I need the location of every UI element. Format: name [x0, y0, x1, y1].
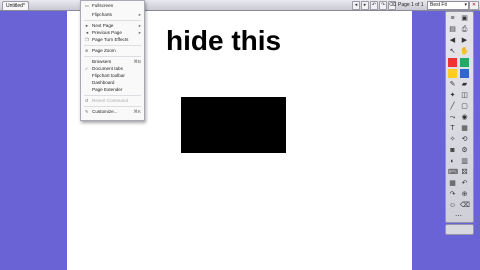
page-turn-icon: ❐ — [85, 37, 89, 42]
next-page-icon[interactable]: ▶ — [460, 36, 469, 45]
new-page-icon[interactable]: ▤ — [448, 25, 457, 34]
menu-item-previous-page[interactable]: ◄ Previous Page ▸ — [81, 30, 144, 36]
color-red-swatch[interactable] — [448, 58, 457, 67]
forward-icon[interactable]: ▸ — [361, 1, 369, 10]
reveal-icon[interactable]: ▥ — [460, 157, 469, 166]
submenu-arrow-icon: ▸ — [138, 12, 141, 17]
calculator-icon[interactable]: ▦ — [448, 179, 457, 188]
chevron-down-icon: ▾ — [464, 2, 467, 8]
zoom-value: Best Fit — [430, 2, 447, 8]
color-blue-swatch[interactable] — [460, 69, 469, 78]
shape-icon[interactable]: ▢ — [460, 102, 469, 111]
text-icon[interactable]: T — [448, 124, 457, 133]
submenu-arrow-icon: ▸ — [138, 23, 141, 28]
image-icon[interactable]: ▦ — [460, 124, 469, 133]
undo-icon[interactable]: ↶ — [370, 1, 378, 10]
menu-item-document-tabs[interactable]: ✓ Document tabs — [81, 66, 144, 72]
toolbox-options-panel[interactable] — [445, 224, 474, 235]
next-page-icon: ► — [85, 23, 89, 28]
menu-separator — [84, 95, 141, 96]
fullscreen-icon: ▭ — [85, 3, 89, 8]
zoom-icon: ⊕ — [85, 48, 89, 53]
cursor-icon[interactable]: ↖ — [448, 47, 457, 56]
magic-ink-icon[interactable]: ✦ — [448, 91, 457, 100]
undo-icon[interactable]: ↶ — [460, 179, 469, 188]
view-menu: ▭ Fullscreen Flipcharts ▸ ► Next Page ▸ … — [80, 0, 145, 121]
hand-icon[interactable]: ✋ — [460, 47, 469, 56]
menu-item-flipchart-toolbar[interactable]: Flipchart toolbar — [81, 73, 144, 79]
title-bar: Untitled* ◂ ▸ ↶ ↷ ⌫ Page 1 of 1 Best Fit… — [0, 0, 480, 11]
menu-item-page-zoom[interactable]: ⊕ Page Zoom — [81, 48, 144, 54]
black-rectangle-shape[interactable] — [181, 97, 286, 153]
menu-separator — [84, 56, 141, 57]
line-icon[interactable]: ╱ — [448, 102, 457, 111]
user-icon[interactable]: ☺ — [448, 201, 457, 210]
menu-separator — [84, 106, 141, 107]
menu-item-dashboard[interactable]: Dashboard — [81, 80, 144, 86]
menu-item-flipcharts[interactable]: Flipcharts ▸ — [81, 12, 144, 18]
zoom-select[interactable]: Best Fit ▾ — [427, 1, 469, 10]
menu-separator — [84, 20, 141, 21]
connector-icon[interactable]: ⤳ — [448, 113, 457, 122]
zoom-icon[interactable]: ⊕ — [460, 190, 469, 199]
trash-icon[interactable]: ⌫ — [388, 1, 396, 10]
color-yellow-swatch[interactable] — [448, 69, 457, 78]
document-tab[interactable]: Untitled* — [2, 1, 29, 10]
camera-icon[interactable]: ◙ — [448, 146, 457, 155]
customize-icon: ✎ — [85, 109, 89, 114]
redo-icon[interactable]: ↷ — [448, 190, 457, 199]
main-toolbox: ≡ ▣ ▤ ⎙ ◀ ▶ ↖ ✋ ✎ ▰ ✦ ◫ ╱ ▢ ⤳ ◉ T ▦ ✧ ⟲ … — [445, 11, 474, 223]
page-indicator: Page 1 of 1 — [398, 2, 424, 8]
spotlight-icon[interactable]: ◐ — [448, 157, 457, 166]
more-tools-icon[interactable]: ⋯ — [454, 212, 463, 221]
menu-separator — [84, 45, 141, 46]
shortcut-label: ⌘K — [133, 109, 141, 114]
heading-text[interactable]: hide this — [166, 25, 281, 57]
previous-page-icon[interactable]: ◀ — [448, 36, 457, 45]
clear-icon[interactable]: ✧ — [448, 135, 457, 144]
tools-icon[interactable]: ⚙ — [460, 146, 469, 155]
dice-icon[interactable]: ⚄ — [460, 168, 469, 177]
shortcut-label: ⌘B — [133, 59, 141, 64]
redo-icon[interactable]: ↷ — [379, 1, 387, 10]
menu-item-next-page[interactable]: ► Next Page ▸ — [81, 23, 144, 29]
revert-icon: ↺ — [85, 98, 89, 103]
fill-icon[interactable]: ◉ — [460, 113, 469, 122]
close-icon[interactable]: ✕ — [469, 1, 479, 10]
back-icon[interactable]: ◂ — [352, 1, 360, 10]
pen-icon[interactable]: ✎ — [448, 80, 457, 89]
color-green-swatch[interactable] — [460, 58, 469, 67]
menu-item-fullscreen[interactable]: ▭ Fullscreen — [81, 3, 144, 9]
checkmark-icon: ✓ — [85, 66, 89, 71]
eraser-icon[interactable]: ◫ — [460, 91, 469, 100]
menu-item-revert-command: ↺ Revert Command — [85, 98, 128, 103]
menu-item-browsers[interactable]: Browsers ⌘B — [81, 59, 144, 65]
submenu-arrow-icon: ▸ — [138, 30, 141, 35]
keyboard-icon[interactable]: ⌨ — [448, 168, 458, 177]
previous-page-icon: ◄ — [85, 30, 89, 35]
menu-item-customize[interactable]: ✎ Customize... ⌘K — [81, 109, 144, 115]
menu-item-page-extender[interactable]: Page Extender — [81, 87, 144, 93]
print-icon[interactable]: ⎙ — [460, 25, 469, 34]
reset-page-icon[interactable]: ⟲ — [460, 135, 469, 144]
main-menu-icon[interactable]: ≡ — [448, 14, 457, 23]
trash-icon[interactable]: ⌫ — [460, 201, 470, 210]
menu-item-page-turn-effects[interactable]: ❐ Page Turn Effects — [81, 37, 144, 43]
save-icon[interactable]: ▣ — [460, 14, 469, 23]
highlighter-icon[interactable]: ▰ — [460, 80, 469, 89]
